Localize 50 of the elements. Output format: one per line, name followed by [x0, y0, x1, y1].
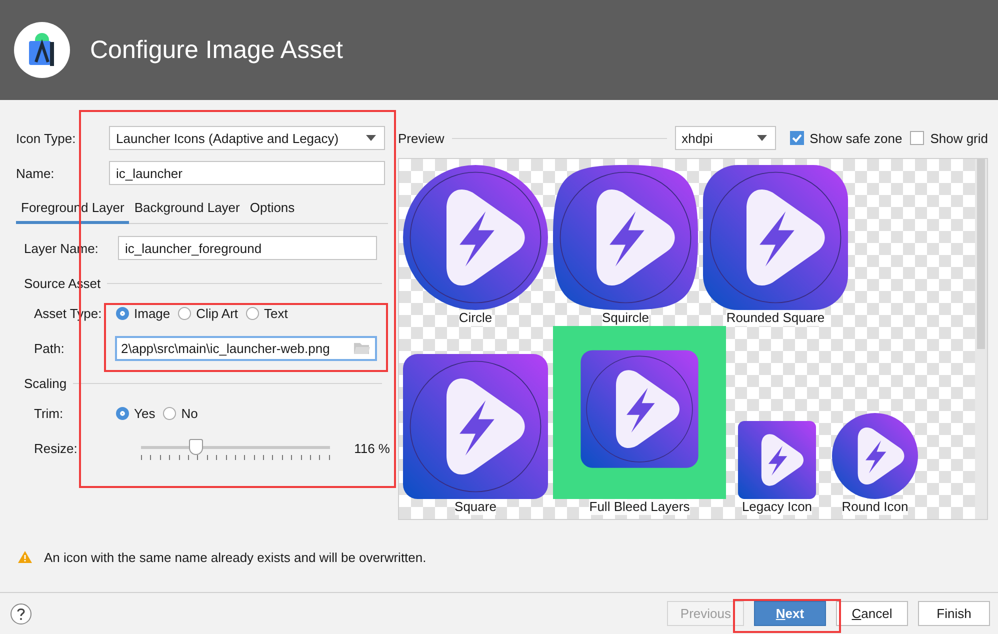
icon-label: Square	[454, 499, 496, 515]
field-label: Path:	[34, 340, 66, 356]
scrollbar[interactable]	[975, 159, 987, 519]
icon-label: Legacy Icon	[742, 499, 812, 515]
warning-icon	[18, 551, 32, 563]
path-field[interactable]: 2\app\src\main\ic_launcher-web.png	[115, 336, 377, 360]
app-icon	[703, 165, 848, 310]
radio-option[interactable]: Clip Art	[178, 306, 238, 320]
icon-label: Circle	[458, 310, 492, 326]
app-icon	[553, 165, 698, 310]
app-icon	[832, 413, 918, 499]
app-icon	[553, 326, 726, 499]
field-label: Trim:	[34, 406, 64, 420]
resize-slider[interactable]	[141, 438, 330, 462]
layer-name-field[interactable]: ic_launcher_foreground	[118, 236, 377, 260]
tab[interactable]: Options	[244, 196, 300, 224]
dialog-button[interactable]: Cancel	[836, 601, 908, 626]
show-safe-zone-checkbox[interactable]: Show safe zone	[790, 130, 902, 146]
dialog-button[interactable]: Next	[754, 601, 826, 626]
warning-message: An icon with the same name already exists and will be overwritten.	[44, 550, 426, 564]
slider-thumb[interactable]	[188, 439, 203, 455]
section-title: Scaling	[24, 376, 67, 390]
icon-label: Rounded Square	[726, 310, 825, 326]
field-label: Name:	[16, 166, 56, 180]
dialog-button[interactable]: Finish	[918, 601, 990, 626]
field-label: Icon Type:	[16, 130, 77, 146]
caret-icon	[366, 135, 376, 141]
help-icon[interactable]	[10, 602, 32, 624]
icon-label: Full Bleed Layers	[589, 499, 690, 515]
radio-option[interactable]: No	[163, 406, 198, 420]
checkmark-icon	[790, 132, 803, 144]
radio-option[interactable]: Yes	[116, 406, 156, 420]
app-icon	[403, 165, 548, 310]
resize-value: 116 %	[354, 440, 390, 456]
name-field[interactable]: ic_launcher	[109, 161, 385, 185]
icon-label: Squircle	[602, 310, 649, 326]
preview-title: Preview	[398, 130, 444, 146]
radio-option[interactable]: Image	[116, 306, 170, 320]
caret-icon	[756, 135, 767, 141]
show-grid-checkbox[interactable]: Show grid	[910, 130, 988, 146]
app-icon	[738, 421, 816, 499]
icon-label: Round Icon	[842, 499, 908, 515]
tab[interactable]: Background Layer	[129, 196, 245, 224]
density-dropdown[interactable]: xhdpi	[674, 126, 776, 150]
app-icon	[403, 354, 548, 499]
folder-icon[interactable]	[353, 341, 371, 355]
window-title: Configure Image Asset	[90, 36, 343, 64]
radio-option[interactable]: Text	[246, 306, 288, 320]
icon-type-dropdown[interactable]: Launcher Icons (Adaptive and Legacy)	[109, 126, 385, 150]
field-label: Resize:	[34, 440, 78, 456]
